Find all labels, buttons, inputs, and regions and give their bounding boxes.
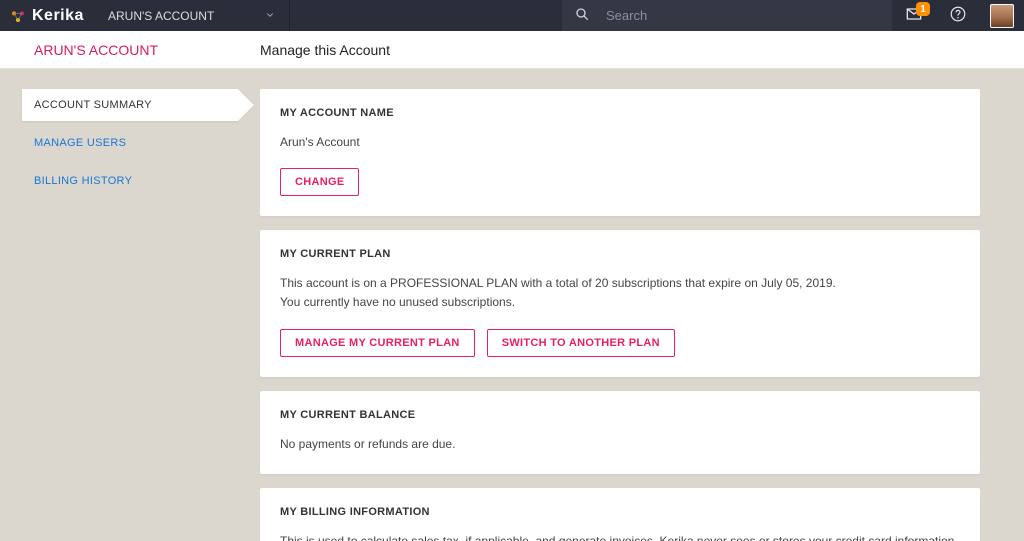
sidebar-item-billing-history[interactable]: BILLING HISTORY (22, 165, 238, 197)
chevron-down-icon (265, 9, 275, 23)
card-heading: MY CURRENT PLAN (280, 248, 960, 260)
sidebar-item-manage-users[interactable]: MANAGE USERS (22, 127, 238, 159)
plan-description-line2: You currently have no unused subscriptio… (280, 293, 960, 312)
sidebar: ACCOUNT SUMMARY MANAGE USERS BILLING HIS… (22, 89, 238, 203)
sidebar-item-label: ACCOUNT SUMMARY (34, 99, 152, 111)
card-account-name: MY ACCOUNT NAME Arun's Account CHANGE (260, 89, 980, 216)
change-button[interactable]: CHANGE (280, 168, 359, 196)
brand[interactable]: Kerika (0, 0, 100, 31)
search-input[interactable] (606, 8, 880, 23)
topbar: Kerika ARUN'S ACCOUNT 1 (0, 0, 1024, 31)
sidebar-item-account-summary[interactable]: ACCOUNT SUMMARY (22, 89, 238, 121)
help-icon (949, 5, 967, 26)
card-heading: MY CURRENT BALANCE (280, 409, 960, 421)
sidebar-item-label: MANAGE USERS (34, 137, 126, 149)
inbox-button[interactable]: 1 (892, 0, 936, 31)
switch-plan-button[interactable]: SWITCH TO ANOTHER PLAN (487, 329, 675, 357)
search-icon (574, 6, 590, 25)
inbox-badge: 1 (916, 2, 930, 16)
card-current-balance: MY CURRENT BALANCE No payments or refund… (260, 391, 980, 474)
brand-label: Kerika (32, 7, 84, 25)
account-dropdown-label: ARUN'S ACCOUNT (108, 9, 214, 23)
account-name-value: Arun's Account (280, 133, 960, 152)
help-button[interactable] (936, 0, 980, 31)
brand-icon (10, 8, 26, 24)
card-heading: MY ACCOUNT NAME (280, 107, 960, 119)
manage-plan-button[interactable]: MANAGE MY CURRENT PLAN (280, 329, 475, 357)
content-scroll[interactable]: MY ACCOUNT NAME Arun's Account CHANGE MY… (260, 89, 980, 541)
sidebar-item-label: BILLING HISTORY (34, 175, 132, 187)
subheader-owner[interactable]: ARUN'S ACCOUNT (0, 42, 260, 58)
card-billing-info: MY BILLING INFORMATION This is used to c… (260, 488, 980, 541)
billing-help-text: This is used to calculate sales tax, if … (280, 532, 960, 541)
card-heading: MY BILLING INFORMATION (280, 506, 960, 518)
account-dropdown[interactable]: ARUN'S ACCOUNT (100, 0, 290, 31)
search-wrap[interactable] (562, 0, 892, 31)
topbar-icons: 1 (892, 0, 1024, 31)
avatar (990, 4, 1014, 28)
card-current-plan: MY CURRENT PLAN This account is on a PRO… (260, 230, 980, 376)
topbar-spacer (290, 0, 562, 31)
main-area: ACCOUNT SUMMARY MANAGE USERS BILLING HIS… (0, 69, 1024, 541)
avatar-button[interactable] (980, 0, 1024, 31)
page-title: Manage this Account (260, 42, 390, 58)
subheader: ARUN'S ACCOUNT Manage this Account (0, 31, 1024, 69)
balance-text: No payments or refunds are due. (280, 435, 960, 454)
plan-description-line1: This account is on a PROFESSIONAL PLAN w… (280, 274, 960, 293)
